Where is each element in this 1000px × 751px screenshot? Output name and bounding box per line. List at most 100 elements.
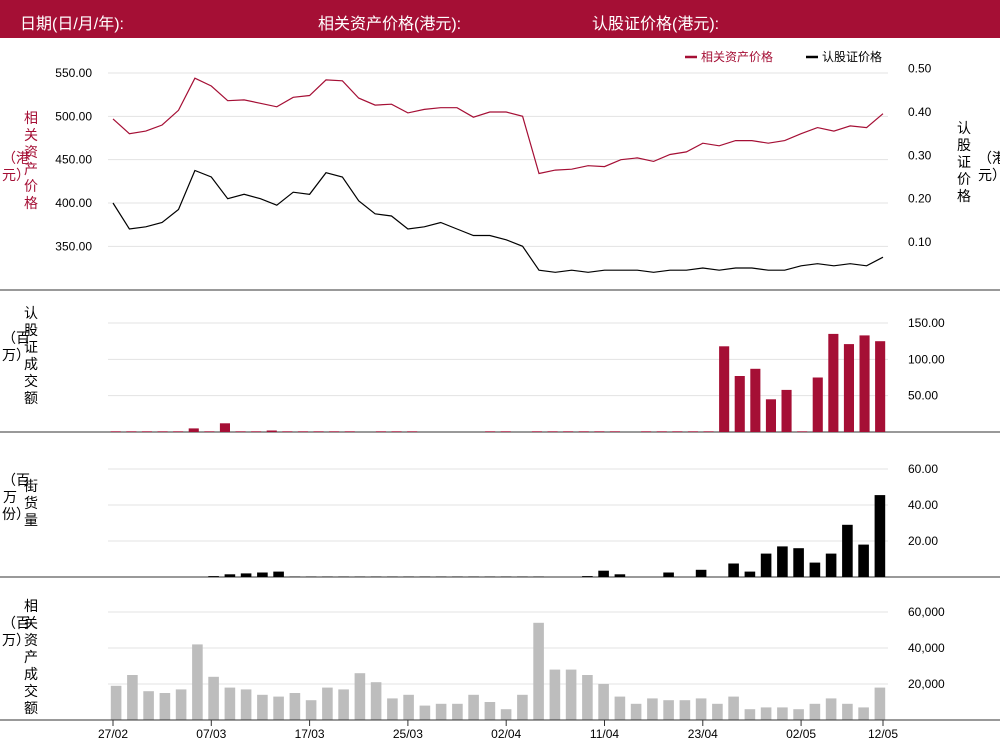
underlying-turnover-bar xyxy=(387,698,398,720)
warrant-turnover-bar xyxy=(157,431,168,432)
warrant-turnover-bar xyxy=(765,399,776,432)
warrant-turnover-bar xyxy=(531,431,542,432)
warrant-turnover-tick-label: 50.00 xyxy=(908,389,938,403)
underlying-turnover-bar xyxy=(679,700,691,720)
underlying-turnover-bar xyxy=(712,703,723,720)
outstanding-bar xyxy=(468,576,479,577)
warrant-turnover-bar xyxy=(656,431,667,432)
underlying-turnover-bar xyxy=(370,682,382,720)
underlying-price-label: 相关资产价格(港元): xyxy=(318,16,462,33)
outstanding-tick-label: 20.00 xyxy=(908,534,938,548)
warrant-turnover-bar xyxy=(641,431,652,432)
underlying-turnover-bar xyxy=(273,696,284,720)
date-label: 日期(日/月/年): xyxy=(20,16,124,33)
outstanding-bar xyxy=(273,571,284,577)
price-right-tick-label: 0.30 xyxy=(908,148,932,162)
outstanding-bar xyxy=(208,576,219,577)
price-left-tick-label: 550.00 xyxy=(55,66,92,80)
warrant-price-label: 认股证价格(港元): xyxy=(592,16,720,33)
warrant-turnover-bar xyxy=(282,431,293,432)
underlying-turnover-bar xyxy=(874,687,886,720)
underlying-turnover-bar xyxy=(630,703,642,720)
warrant-turnover-bar xyxy=(141,431,152,432)
underlying-turnover-bar xyxy=(728,696,739,720)
underlying-turnover-bar xyxy=(338,689,349,720)
outstanding-bar xyxy=(419,576,431,577)
warrant-turnover-bar xyxy=(875,341,886,432)
outstanding-bar xyxy=(370,576,382,577)
outstanding-bar xyxy=(858,544,869,577)
underlying-turnover-bar xyxy=(289,693,301,720)
underlying-turnover-tick-label: 40,000 xyxy=(908,641,945,655)
underlying-turnover-bar xyxy=(159,693,171,720)
warrant-turnover-bar xyxy=(407,431,418,432)
outstanding-bar xyxy=(338,576,349,577)
outstanding-bar xyxy=(777,546,788,577)
underlying-turnover-bar xyxy=(809,703,821,720)
outstanding-bar xyxy=(760,553,772,577)
warrant-turnover-bar xyxy=(235,431,246,432)
outstanding-bar xyxy=(809,562,821,577)
underlying-turnover-bar xyxy=(582,675,593,720)
warrant-turnover-bar xyxy=(251,431,262,432)
x-tick-label: 07/03 xyxy=(196,727,226,741)
underlying-turnover-bar xyxy=(224,687,236,720)
outstanding-bar xyxy=(403,576,414,577)
outstanding-bar xyxy=(224,574,236,577)
underlying-turnover-bar xyxy=(565,669,577,720)
price-left-tick-label: 350.00 xyxy=(55,239,92,253)
outstanding-tick-label: 60.00 xyxy=(908,462,938,476)
underlying-turnover-bar xyxy=(695,698,707,720)
underlying-turnover-bar xyxy=(614,696,626,720)
warrant-turnover-bar xyxy=(391,431,402,432)
outstanding-bar xyxy=(533,576,544,577)
warrant-turnover-bar xyxy=(126,431,137,432)
warrant-turnover-bar xyxy=(812,377,823,432)
warrant-turnover-bar xyxy=(719,346,730,432)
outstanding-tick-label: 40.00 xyxy=(908,498,938,512)
warrant-turnover-bar xyxy=(859,335,870,432)
underlying-turnover-bar xyxy=(598,684,609,720)
outstanding-bar xyxy=(322,576,333,577)
x-tick-label: 23/04 xyxy=(688,727,718,741)
warrant-turnover-bar xyxy=(750,368,761,432)
outstanding-bar xyxy=(484,576,496,577)
underlying-turnover-bar xyxy=(305,700,317,720)
outstanding-bar xyxy=(825,553,837,577)
warrant-turnover-bar xyxy=(734,376,745,432)
warrant-turnover-tick-label: 150.00 xyxy=(908,316,945,330)
warrant-turnover-bar xyxy=(173,431,184,432)
warrant-turnover-bar xyxy=(672,431,683,432)
underlying-turnover-bar xyxy=(175,689,187,720)
warrant-turnover-bar xyxy=(547,431,558,432)
warrant-turnover-bar xyxy=(843,344,854,432)
warrant-turnover-bar xyxy=(578,431,589,432)
outstanding-bar xyxy=(435,576,447,577)
warrant-price-line xyxy=(112,169,884,273)
outstanding-bar xyxy=(387,576,398,577)
outstanding-bar xyxy=(874,495,886,577)
warrant-turnover-tick-label: 100.00 xyxy=(908,352,945,366)
underlying-turnover-bar xyxy=(760,707,772,720)
price-left-tick-label: 400.00 xyxy=(55,196,92,210)
warrant-turnover-bar xyxy=(266,430,277,432)
outstanding-bar xyxy=(289,576,301,577)
outstanding-bar xyxy=(842,524,853,577)
outstanding-bar xyxy=(582,576,593,577)
warrant-turnover-bar xyxy=(703,431,714,432)
underlying-turnover-bar xyxy=(354,673,366,720)
outstanding-bar xyxy=(728,563,739,577)
header-bar: 日期(日/月/年): 相关资产价格(港元): 认股证价格(港元): xyxy=(0,0,1000,38)
warrant-turnover-bar xyxy=(687,431,698,432)
price-right-tick-label: 0.10 xyxy=(908,235,932,249)
underlying-turnover-bar xyxy=(208,676,219,720)
underlying-turnover-bar xyxy=(110,685,122,720)
underlying-turnover-bar xyxy=(484,702,496,720)
underlying-turnover-bar xyxy=(143,691,154,720)
outstanding-bar xyxy=(517,576,528,577)
x-tick-label: 25/03 xyxy=(393,727,423,741)
underlying-turnover-bar xyxy=(858,707,869,720)
outstanding-bar xyxy=(695,569,707,577)
underlying-turnover-bar xyxy=(744,709,756,720)
warrant-turnover-bar xyxy=(297,431,308,432)
